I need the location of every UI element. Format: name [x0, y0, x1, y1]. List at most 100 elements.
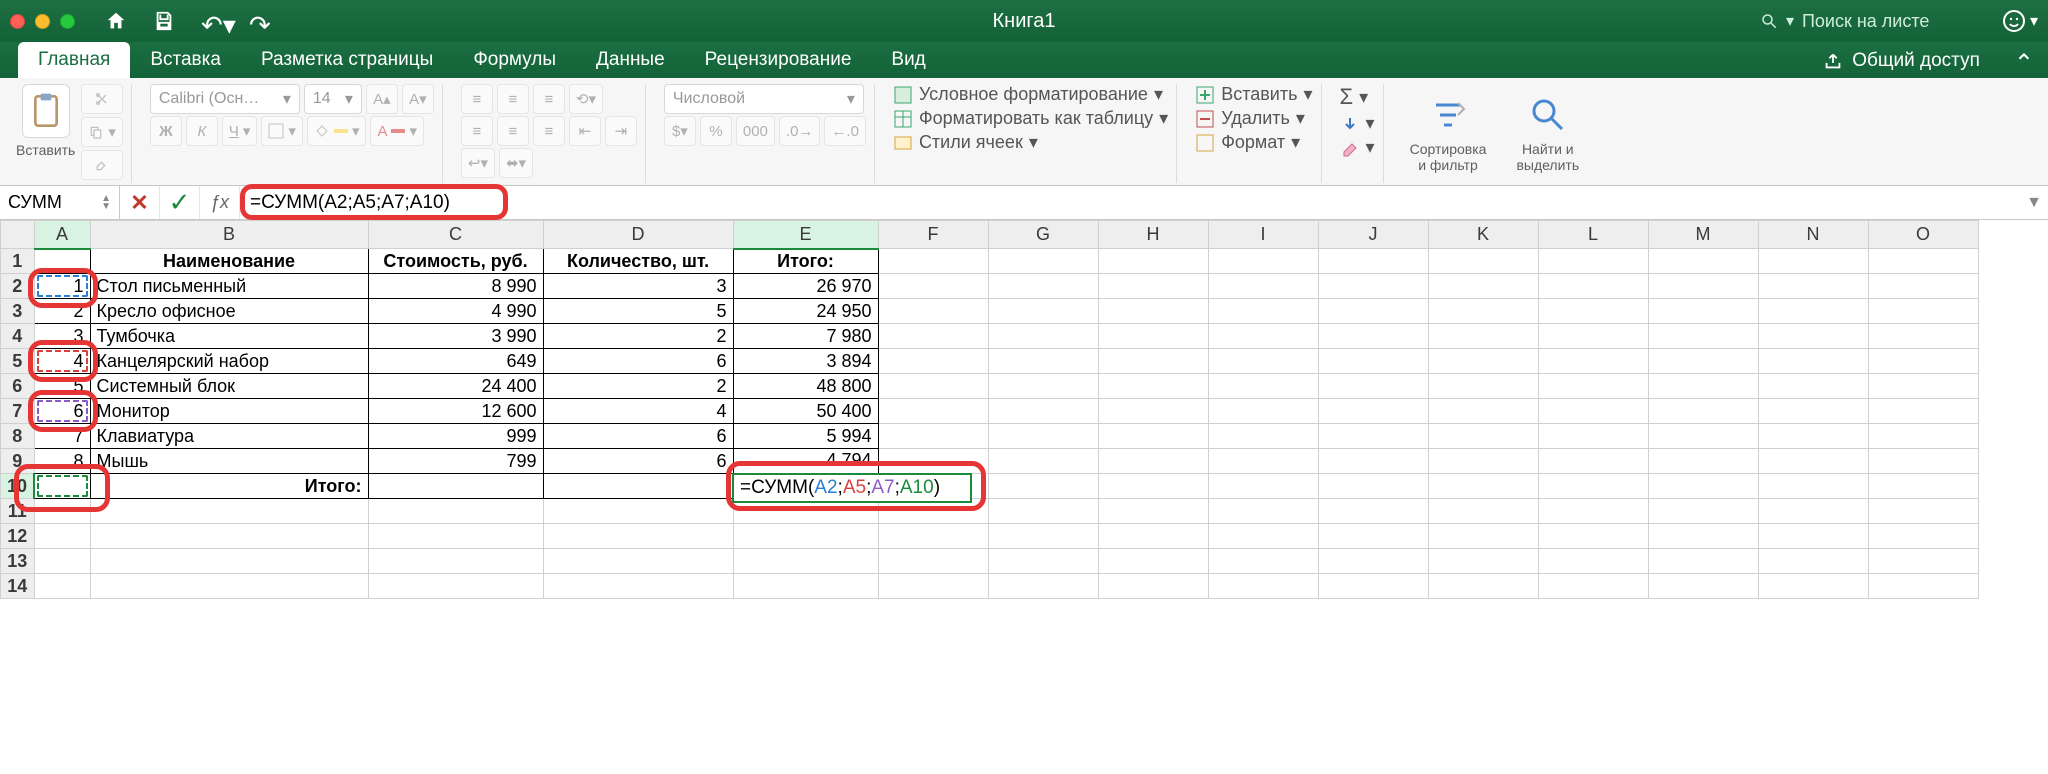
cell-J12[interactable]	[1318, 524, 1428, 549]
cell-M10[interactable]	[1648, 474, 1758, 499]
column-header-L[interactable]: L	[1538, 221, 1648, 249]
cell-E12[interactable]	[733, 524, 878, 549]
cell-E13[interactable]	[733, 549, 878, 574]
cell-F14[interactable]	[878, 574, 988, 599]
bold-button[interactable]: Ж	[150, 116, 182, 146]
cell-O2[interactable]	[1868, 274, 1978, 299]
cell-D7[interactable]: 4	[543, 399, 733, 424]
row-header-3[interactable]: 3	[1, 299, 35, 324]
active-cell-editor[interactable]: =СУММ(A2;A5;A7;A10)	[732, 473, 972, 503]
align-bottom-button[interactable]: ≡	[533, 84, 565, 114]
cell-M5[interactable]	[1648, 349, 1758, 374]
cell-D4[interactable]: 2	[543, 324, 733, 349]
underline-button[interactable]: Ч▾	[222, 116, 258, 146]
column-header-C[interactable]: C	[368, 221, 543, 249]
cell-B2[interactable]: Стол письменный	[90, 274, 368, 299]
cell-A12[interactable]	[34, 524, 90, 549]
cell-N12[interactable]	[1758, 524, 1868, 549]
cell-E1[interactable]: Итого:	[733, 249, 878, 274]
cell-E4[interactable]: 7 980	[733, 324, 878, 349]
tab-insert[interactable]: Вставка	[130, 42, 241, 78]
cell-M12[interactable]	[1648, 524, 1758, 549]
accept-formula-button[interactable]: ✓	[160, 186, 200, 219]
cell-K7[interactable]	[1428, 399, 1538, 424]
sort-filter-button[interactable]: Сортировка и фильтр	[1402, 91, 1495, 177]
increase-font-button[interactable]: A▴	[366, 84, 398, 114]
cell-H10[interactable]	[1098, 474, 1208, 499]
cell-O6[interactable]	[1868, 374, 1978, 399]
cell-L11[interactable]	[1538, 499, 1648, 524]
column-header-G[interactable]: G	[988, 221, 1098, 249]
tab-formulas[interactable]: Формулы	[453, 42, 576, 78]
cell-C3[interactable]: 4 990	[368, 299, 543, 324]
row-header-13[interactable]: 13	[1, 549, 35, 574]
cell-O8[interactable]	[1868, 424, 1978, 449]
cell-I13[interactable]	[1208, 549, 1318, 574]
select-all-corner[interactable]	[1, 221, 35, 249]
insert-cells-button[interactable]: Вставить ▾	[1195, 84, 1312, 105]
column-header-D[interactable]: D	[543, 221, 733, 249]
cell-O4[interactable]	[1868, 324, 1978, 349]
comma-style-button[interactable]: 000	[736, 116, 775, 146]
cell-D11[interactable]	[543, 499, 733, 524]
percent-button[interactable]: %	[700, 116, 732, 146]
cell-F9[interactable]	[878, 449, 988, 474]
row-header-11[interactable]: 11	[1, 499, 35, 524]
cell-O5[interactable]	[1868, 349, 1978, 374]
cell-O9[interactable]	[1868, 449, 1978, 474]
find-select-button[interactable]: Найти и выделить	[1508, 91, 1587, 177]
undo-icon[interactable]: ↶▾	[201, 10, 223, 32]
cell-A3[interactable]: 2	[34, 299, 90, 324]
align-left-button[interactable]: ≡	[461, 116, 493, 146]
tab-review[interactable]: Рецензирование	[685, 42, 872, 78]
save-icon[interactable]	[153, 10, 175, 32]
cell-O1[interactable]	[1868, 249, 1978, 274]
cell-B4[interactable]: Тумбочка	[90, 324, 368, 349]
cell-E5[interactable]: 3 894	[733, 349, 878, 374]
row-header-12[interactable]: 12	[1, 524, 35, 549]
cell-M6[interactable]	[1648, 374, 1758, 399]
cell-styles-button[interactable]: Стили ячеек ▾	[893, 132, 1168, 153]
insert-function-button[interactable]: ƒx	[200, 186, 240, 219]
tab-data[interactable]: Данные	[576, 42, 685, 78]
cell-G7[interactable]	[988, 399, 1098, 424]
cell-N2[interactable]	[1758, 274, 1868, 299]
collapse-ribbon-icon[interactable]: ⌃	[2000, 49, 2048, 78]
cell-I4[interactable]	[1208, 324, 1318, 349]
cell-N3[interactable]	[1758, 299, 1868, 324]
redo-icon[interactable]: ↷	[249, 10, 271, 32]
cell-J6[interactable]	[1318, 374, 1428, 399]
cell-G14[interactable]	[988, 574, 1098, 599]
close-window-icon[interactable]	[10, 14, 25, 29]
cell-J13[interactable]	[1318, 549, 1428, 574]
cell-M7[interactable]	[1648, 399, 1758, 424]
cell-M13[interactable]	[1648, 549, 1758, 574]
cell-N6[interactable]	[1758, 374, 1868, 399]
align-middle-button[interactable]: ≡	[497, 84, 529, 114]
maximize-window-icon[interactable]	[60, 14, 75, 29]
cell-O10[interactable]	[1868, 474, 1978, 499]
cell-J8[interactable]	[1318, 424, 1428, 449]
cell-O14[interactable]	[1868, 574, 1978, 599]
cell-B5[interactable]: Канцелярский набор	[90, 349, 368, 374]
cell-B13[interactable]	[90, 549, 368, 574]
feedback-smiley-icon[interactable]	[2002, 9, 2026, 33]
cell-A4[interactable]: 3	[34, 324, 90, 349]
formula-input[interactable]: =СУММ(A2;A5;A7;A10)	[240, 186, 2020, 219]
cell-H8[interactable]	[1098, 424, 1208, 449]
cell-H13[interactable]	[1098, 549, 1208, 574]
cell-F5[interactable]	[878, 349, 988, 374]
cell-D3[interactable]: 5	[543, 299, 733, 324]
column-header-N[interactable]: N	[1758, 221, 1868, 249]
row-header-10[interactable]: 10	[1, 474, 35, 499]
name-box[interactable]: СУММ ▲▼	[0, 186, 120, 219]
cell-J5[interactable]	[1318, 349, 1428, 374]
cell-D1[interactable]: Количество, шт.	[543, 249, 733, 274]
cut-button[interactable]	[81, 84, 123, 114]
cell-K9[interactable]	[1428, 449, 1538, 474]
delete-cells-button[interactable]: Удалить ▾	[1195, 108, 1312, 129]
cell-H1[interactable]	[1098, 249, 1208, 274]
row-header-8[interactable]: 8	[1, 424, 35, 449]
cell-F3[interactable]	[878, 299, 988, 324]
cell-H2[interactable]	[1098, 274, 1208, 299]
